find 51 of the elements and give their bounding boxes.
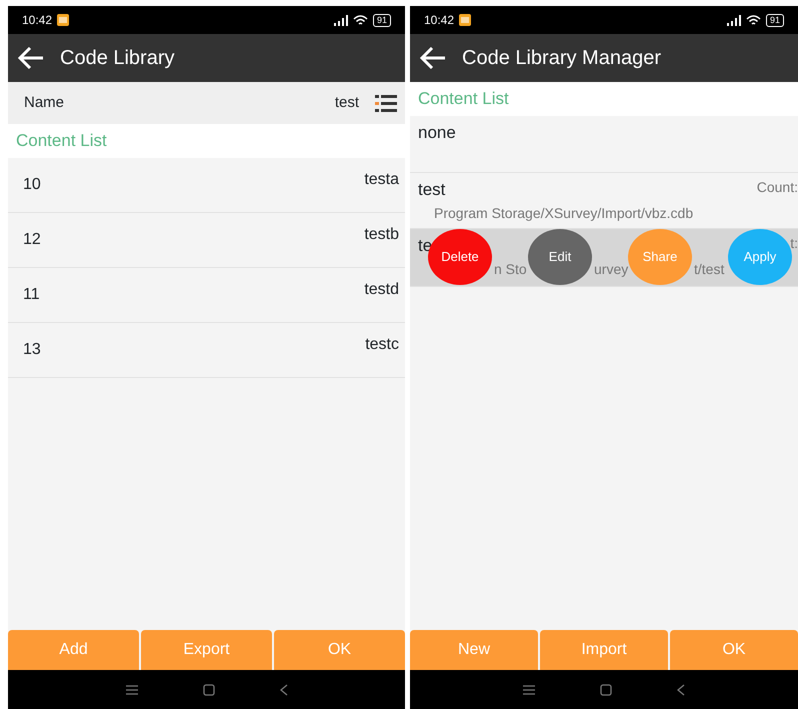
code-number: 10 bbox=[23, 175, 41, 195]
action-button[interactable]: Share bbox=[628, 229, 692, 285]
action-button[interactable]: Import bbox=[540, 630, 668, 670]
back-icon[interactable] bbox=[677, 684, 685, 696]
action-button[interactable]: OK bbox=[670, 630, 798, 670]
library-count: Count: bbox=[756, 178, 798, 197]
screen-title: Code Library Manager bbox=[462, 46, 661, 71]
status-time: 10:42 bbox=[22, 12, 52, 29]
square-icon[interactable] bbox=[600, 684, 612, 696]
code-number: 12 bbox=[23, 230, 41, 250]
section-title: Content List bbox=[8, 124, 405, 158]
library-count: t: bbox=[790, 234, 798, 253]
notification-icon bbox=[57, 14, 70, 26]
battery-level: 91 bbox=[766, 14, 784, 26]
code-name: testc bbox=[365, 335, 399, 355]
screen-title: Code Library bbox=[60, 46, 175, 71]
back-arrow-icon[interactable] bbox=[420, 47, 446, 69]
action-button[interactable]: Add bbox=[8, 630, 139, 670]
back-arrow-icon[interactable] bbox=[18, 47, 44, 69]
code-name: testa bbox=[364, 170, 399, 190]
back-icon[interactable] bbox=[280, 684, 288, 696]
code-name: testb bbox=[364, 225, 399, 245]
library-title: none bbox=[418, 122, 457, 144]
code-number: 11 bbox=[23, 285, 40, 305]
library-path: urvey bbox=[594, 260, 630, 279]
wifi-icon bbox=[746, 14, 761, 26]
library-path: Program Storage/XSurvey/Import/vbz.cdb bbox=[433, 204, 694, 223]
code-name: testd bbox=[364, 280, 399, 300]
signal-icon bbox=[724, 14, 741, 26]
status-time: 10:42 bbox=[424, 12, 454, 29]
list-icon[interactable] bbox=[375, 94, 397, 112]
code-number: 13 bbox=[23, 340, 41, 360]
wifi-icon bbox=[352, 14, 368, 26]
signal-icon bbox=[332, 14, 348, 26]
menu-icon[interactable] bbox=[523, 684, 535, 694]
battery-level: 91 bbox=[372, 14, 391, 26]
library-title: test bbox=[418, 179, 446, 201]
action-button[interactable]: Edit bbox=[528, 229, 592, 285]
name-label: Name bbox=[24, 92, 66, 113]
list-row[interactable]: none bbox=[410, 116, 798, 173]
square-icon[interactable] bbox=[202, 684, 214, 696]
library-path: t/test bbox=[694, 260, 726, 278]
section-title: Content List bbox=[410, 82, 798, 116]
action-button[interactable]: OK bbox=[274, 630, 405, 670]
action-button[interactable]: New bbox=[410, 630, 538, 670]
action-button[interactable]: Export bbox=[141, 630, 272, 670]
action-button[interactable]: Apply bbox=[728, 229, 792, 285]
library-path: n Sto bbox=[494, 260, 528, 278]
notification-icon bbox=[459, 14, 472, 26]
name-value: test bbox=[334, 92, 359, 113]
menu-icon[interactable] bbox=[126, 684, 138, 694]
